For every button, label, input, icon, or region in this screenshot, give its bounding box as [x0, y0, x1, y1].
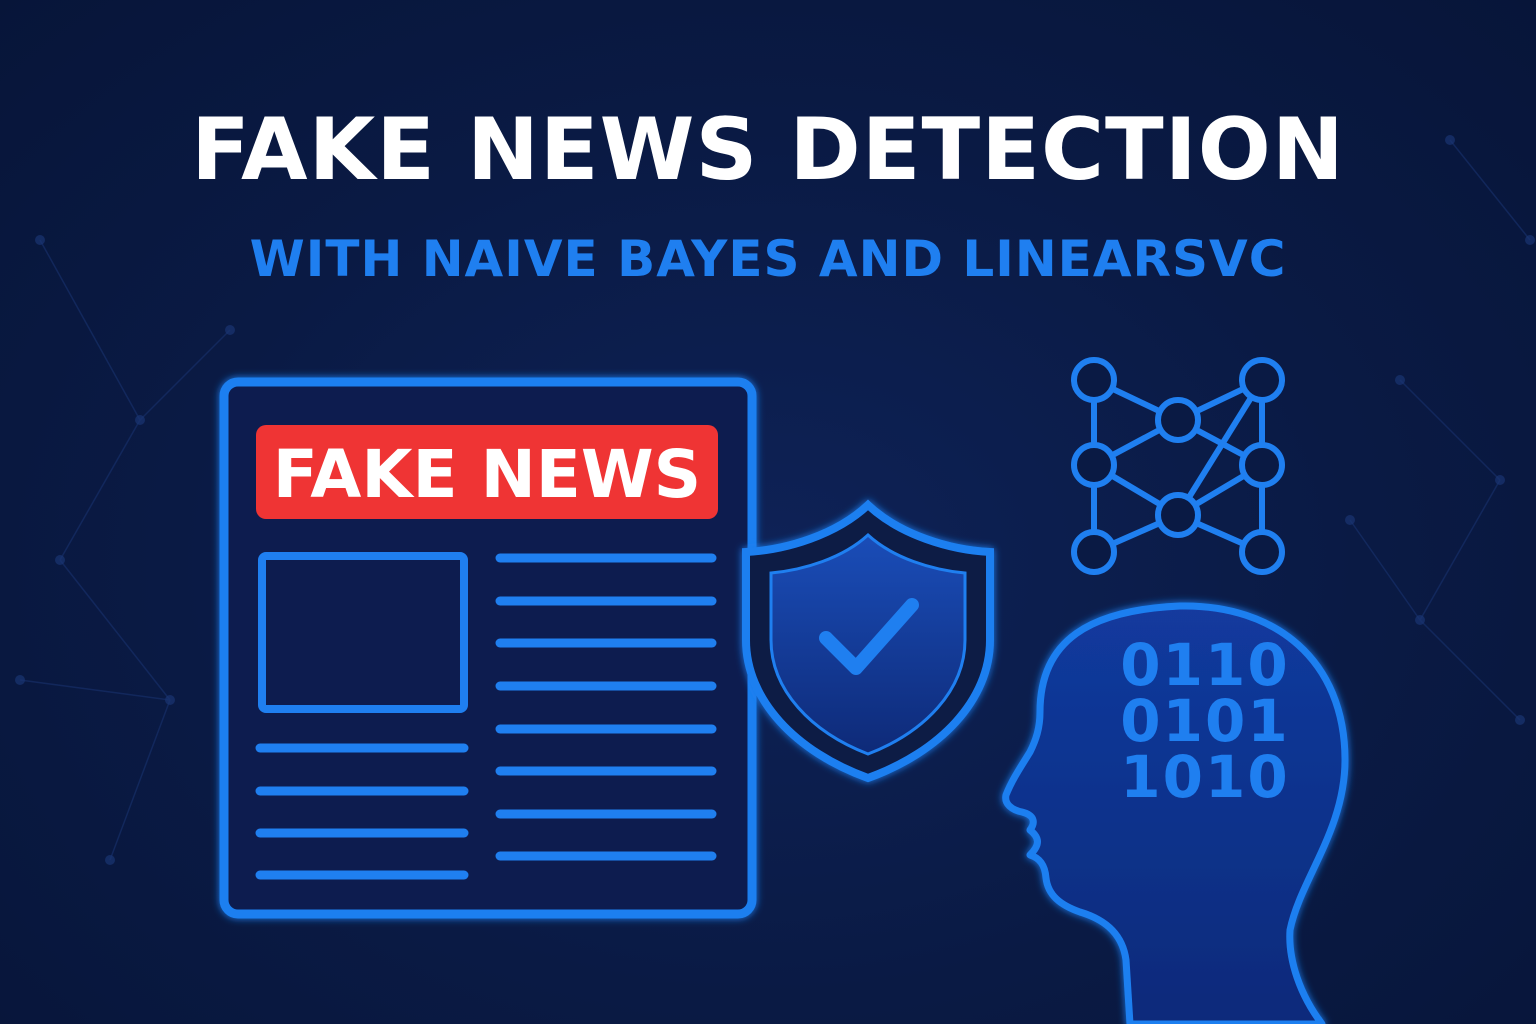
poster-canvas: FAKE NEWS DETECTION WITH NAIVE BAYES AND… [0, 0, 1536, 1024]
human-head-icon: 0110 0101 1010 [1002, 602, 1349, 1024]
binary-line: 1010 [1120, 743, 1289, 811]
newspaper-icon: FAKE NEWS [219, 377, 757, 919]
fake-news-badge-label: FAKE NEWS [273, 436, 701, 513]
neural-network-icon [1071, 357, 1285, 575]
binary-code: 0110 0101 1010 [1120, 631, 1289, 811]
shield-check-icon [742, 499, 994, 783]
illustration: FAKE NEWS 0110 0101 1010 [219, 357, 1349, 1024]
